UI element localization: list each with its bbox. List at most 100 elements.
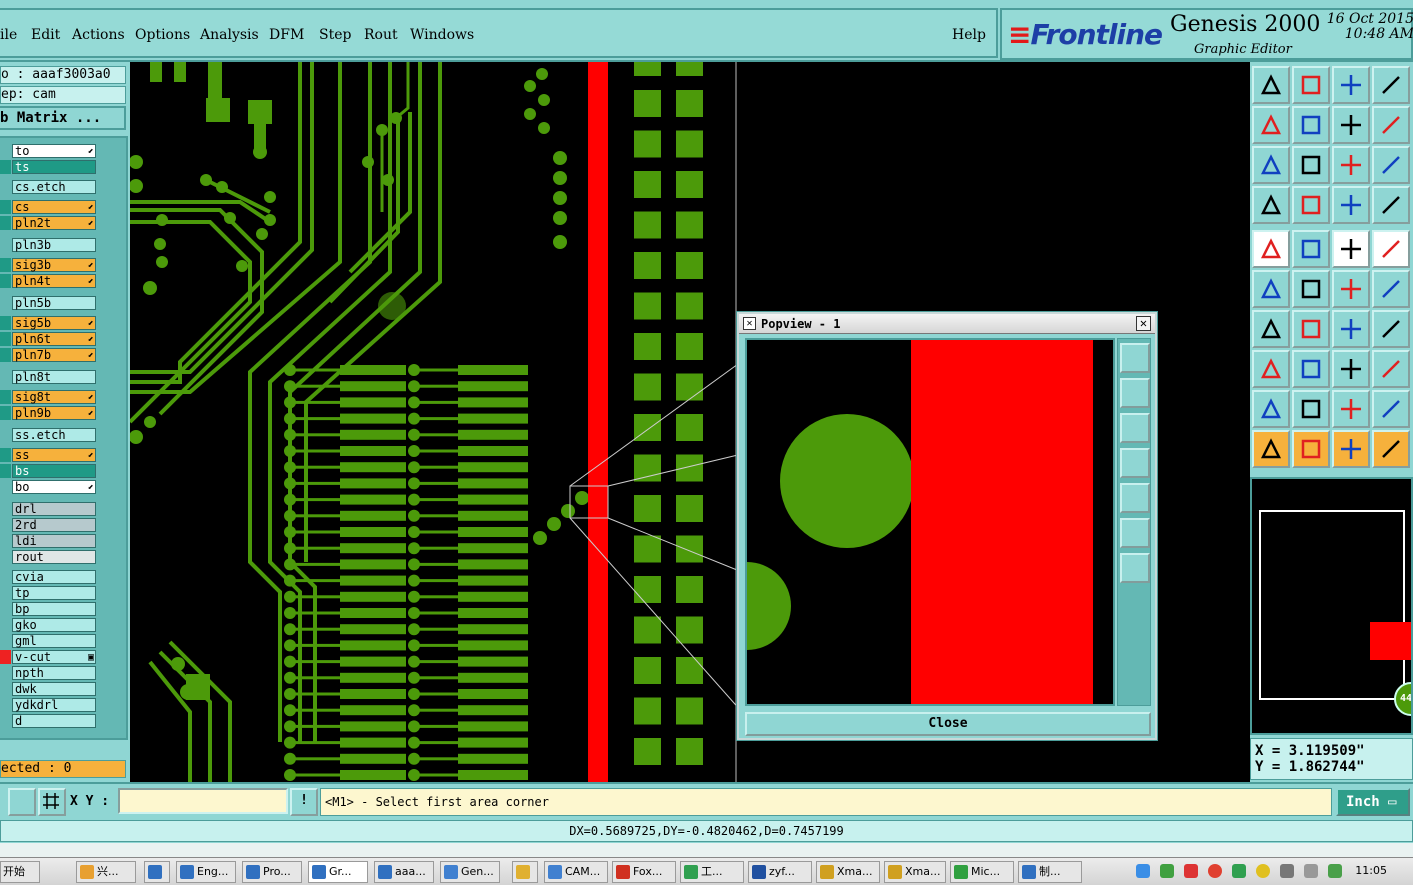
layer-to[interactable]: to ⬋ [12,144,96,158]
taskbar-task[interactable]: CAM... [544,861,608,883]
tool-pad-icon[interactable] [1372,230,1410,268]
layer-pln9b[interactable]: pln9b ⬋ [12,406,96,420]
layer-npth[interactable]: npth [12,666,96,680]
menu-windows[interactable]: Windows [410,27,474,43]
tool-scale-1-2-icon[interactable] [1332,146,1370,184]
popview-zoomed-view[interactable] [745,338,1115,706]
layer-cvia[interactable]: cvia [12,570,96,584]
layer-pln4t[interactable]: pln4t ⬋ [12,274,96,288]
taskbar-task[interactable]: 兴... [76,861,136,883]
tool-draw-line-icon[interactable] [1292,230,1330,268]
tool-top-view-icon[interactable] [1252,66,1290,104]
layer-bs[interactable]: bs [12,464,96,478]
popview-tool-zoom-out-icon[interactable] [1120,553,1150,583]
tool-pointer-circle-icon[interactable] [1332,430,1370,468]
popview-tool-pan-up-icon[interactable] [1120,378,1150,408]
tool-grid-view-icon[interactable] [1292,186,1330,224]
tray-network-icon[interactable] [1136,864,1150,878]
taskbar-task[interactable]: 制... [1018,861,1082,883]
menu-file[interactable]: ile [0,27,17,43]
menu-rout[interactable]: Rout [364,27,398,43]
menu-analysis[interactable]: Analysis [200,27,259,43]
tool-move-icon[interactable] [1332,270,1370,308]
tool-pan-right-icon[interactable] [1292,106,1330,144]
menu-actions[interactable]: Actions [72,27,125,43]
layer-pln6t[interactable]: pln6t ⬋ [12,332,96,346]
layer-pln5b[interactable]: pln5b [12,296,96,310]
layer-bp[interactable]: bp [12,602,96,616]
tool-center-icon[interactable] [1292,146,1330,184]
taskbar-task[interactable]: Gr... [308,861,368,883]
tool-pan-left-icon[interactable] [1252,106,1290,144]
layer-bo[interactable]: bo ⬋ [12,480,96,494]
menu-step[interactable]: Step [319,27,351,43]
layer-cs-etch[interactable]: cs.etch [12,180,96,194]
units-selector[interactable]: Inch ▭ [1336,788,1410,816]
layer-rout[interactable]: rout [12,550,96,564]
xy-input[interactable] [118,788,288,814]
tool-minus-icon[interactable] [1292,350,1330,388]
tray-speaker-icon[interactable] [1304,864,1318,878]
layer-pln3b[interactable]: pln3b [12,238,96,252]
layer-drl[interactable]: drl [12,502,96,516]
popview-tool-pan-left-icon[interactable] [1120,448,1150,478]
close-icon[interactable]: ✕ [1136,316,1151,331]
popview-tool-pan-right-icon[interactable] [1120,483,1150,513]
taskbar-task[interactable]: 工... [680,861,744,883]
tool-select-feature-icon[interactable] [1252,230,1290,268]
layer-d[interactable]: d [12,714,96,728]
layer-tp[interactable]: tp [12,586,96,600]
tool-pointer-tree-icon[interactable] [1372,430,1410,468]
tool-cross-icon[interactable] [1292,270,1330,308]
tool-move2-icon[interactable] [1372,270,1410,308]
taskbar-task[interactable]: Gen... [440,861,500,883]
tray-sync-icon[interactable] [1160,864,1174,878]
layer-2rd[interactable]: 2rd [12,518,96,532]
tool-snap-pad-icon[interactable] [1332,186,1370,224]
tray-ime-icon[interactable] [1328,864,1342,878]
taskbar-task[interactable]: Xma... [884,861,946,883]
taskbar-task[interactable]: zyf... [748,861,812,883]
tool-polygon-icon[interactable] [1332,390,1370,428]
tool-home-icon[interactable] [1332,66,1370,104]
tool-chamfer-icon[interactable] [1372,390,1410,428]
layer-ydkdrl[interactable]: ydkdrl [12,698,96,712]
tool-window-icon[interactable] [1372,66,1410,104]
window-menu-icon[interactable]: ✕ [743,317,756,330]
popview-tool-zoom-fit-icon[interactable] [1120,343,1150,373]
tool-settings-icon[interactable] [1252,186,1290,224]
taskbar-task[interactable] [512,861,538,883]
tool-bottom-view-icon[interactable] [1292,66,1330,104]
layer-ldi[interactable]: ldi [12,534,96,548]
tray-shield-icon[interactable] [1232,864,1246,878]
overview-map[interactable]: 44 [1250,477,1413,735]
layer-sig5b[interactable]: sig5b ⬋ [12,316,96,330]
tool-ruler-icon[interactable] [1332,230,1370,268]
start-button[interactable]: 开始 [0,861,40,883]
layer-sig3b[interactable]: sig3b ⬋ [12,258,96,272]
popview-tool-pan-down-icon[interactable] [1120,413,1150,443]
tool-angle-icon[interactable] [1252,310,1290,348]
tool-fillet-icon[interactable] [1292,390,1330,428]
tool-pointer-icon[interactable] [1252,430,1290,468]
tray-close-icon[interactable] [1184,864,1198,878]
snap-icon[interactable] [8,788,36,816]
tool-triangle-icon[interactable] [1252,390,1290,428]
layer-dwk[interactable]: dwk [12,682,96,696]
taskbar-task[interactable]: aaa... [374,861,434,883]
taskbar-task[interactable]: Xma... [816,861,880,883]
tool-query-icon[interactable] [1372,146,1410,184]
tool-pointer-box-icon[interactable] [1292,430,1330,468]
matrix-button[interactable]: b Matrix ... [0,106,126,130]
layer-pln8t[interactable]: pln8t [12,370,96,384]
taskbar-task[interactable] [144,861,170,883]
layer-sig8t[interactable]: sig8t ⬋ [12,390,96,404]
menu-dfm[interactable]: DFM [269,27,304,43]
tool-resize-icon[interactable] [1332,350,1370,388]
tool-mirror-icon[interactable] [1372,106,1410,144]
tool-snap-pad2-icon[interactable] [1372,186,1410,224]
tool-slope-icon[interactable] [1292,310,1330,348]
layer-cs[interactable]: cs ⬋ [12,200,96,214]
layer-v-cut[interactable]: v-cut ▣ [12,650,96,664]
tray-volume-icon[interactable] [1280,864,1294,878]
